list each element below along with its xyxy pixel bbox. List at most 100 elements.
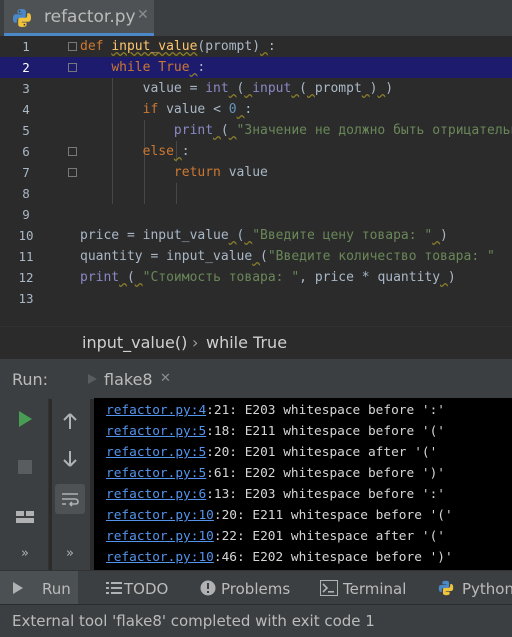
console-file-link[interactable]: refactor.py:10: [106, 508, 214, 523]
line-number: 5: [22, 123, 30, 138]
code-line[interactable]: 7 return value: [0, 162, 512, 183]
line-number: 3: [22, 81, 30, 96]
code-line[interactable]: 12 print ( "Стоимость товара: ", price * …: [0, 267, 512, 288]
code-line[interactable]: 13: [0, 288, 512, 309]
code-line[interactable]: 6 else :: [0, 141, 512, 162]
fold-marker-icon[interactable]: [68, 63, 77, 72]
code-token: (: [126, 270, 135, 285]
scroll-up-button[interactable]: [55, 406, 85, 436]
console-line: refactor.py:5:18: E211 whitespace before…: [106, 421, 445, 442]
code-line[interactable]: 3 value = int ( input ( prompt ) ): [0, 78, 512, 99]
tool-tab-label: Python: [462, 580, 512, 598]
more-tools-button[interactable]: »: [55, 538, 85, 568]
console-file-link[interactable]: refactor.py:5: [106, 445, 206, 460]
line-number: 12: [18, 270, 34, 285]
tool-tab-problems[interactable]: Problems: [196, 571, 296, 605]
tool-tab-todo[interactable]: TODO: [100, 571, 180, 605]
close-icon[interactable]: ✕: [137, 7, 149, 23]
code-token: value =: [80, 81, 206, 96]
code-token: (: [260, 249, 268, 264]
code-token: value: [228, 165, 268, 180]
tool-tab-python[interactable]: Python: [436, 571, 512, 605]
line-number: 11: [18, 249, 34, 264]
line-number: 2: [22, 60, 30, 75]
soft-wrap-button[interactable]: [55, 484, 85, 514]
code-token: quantity = input_value: [80, 249, 253, 264]
console-line: refactor.py:4:21: E203 whitespace before…: [106, 400, 445, 421]
code-text: price = input_value ( "Введите цену това…: [80, 225, 448, 246]
rerun-button[interactable]: [10, 404, 40, 434]
code-token: else: [142, 144, 174, 159]
fold-marker-icon[interactable]: [68, 147, 77, 156]
code-text: quantity = input_value ("Введите количес…: [80, 246, 495, 267]
more-tools-button[interactable]: »: [10, 538, 40, 568]
run-console[interactable]: refactor.py:4:21: E203 whitespace before…: [94, 398, 512, 570]
layout-button[interactable]: [10, 502, 40, 532]
close-icon[interactable]: ✕: [160, 371, 171, 386]
fold-marker-icon[interactable]: [68, 168, 77, 177]
breadcrumb-function[interactable]: input_value(): [82, 333, 187, 352]
run-tab-flake8[interactable]: flake8 ✕: [82, 359, 182, 399]
console-file-link[interactable]: refactor.py:5: [106, 466, 206, 481]
status-message: External tool 'flake8' completed with ex…: [12, 612, 375, 630]
console-line: refactor.py:10:46: E202 whitespace befor…: [106, 547, 453, 568]
code-line[interactable]: 11 quantity = input_value ("Введите колич…: [0, 246, 512, 267]
code-line[interactable]: 9: [0, 204, 512, 225]
code-line[interactable]: 4 if value < 0 :: [0, 99, 512, 120]
python-console-icon: [438, 580, 454, 596]
layout-icon: [16, 511, 34, 523]
console-message: :20: E201 whitespace after '(': [206, 445, 438, 460]
fold-marker-icon[interactable]: [68, 42, 77, 51]
tool-tab-label: TODO: [124, 580, 169, 598]
line-number: 10: [18, 228, 34, 243]
code-token: "Введите количество товара: ": [267, 249, 495, 264]
code-token: :: [244, 102, 253, 117]
editor-tab-refactor-py[interactable]: refactor.py ✕: [4, 0, 154, 36]
code-editor[interactable]: 1 def input_value(prompt) :2 while True :…: [0, 36, 512, 326]
code-text: print ( "Стоимость товара: ", price * qu…: [80, 267, 456, 288]
code-token: input_value: [111, 39, 198, 54]
code-line[interactable]: 8: [0, 183, 512, 204]
code-text: if value < 0 :: [80, 99, 253, 120]
code-token: ): [440, 228, 448, 243]
code-text: return value: [80, 162, 268, 183]
breadcrumb-block[interactable]: while True: [206, 333, 287, 352]
console-file-link[interactable]: refactor.py:6: [106, 487, 206, 502]
arrow-up-icon: [63, 413, 77, 429]
terminal-icon: [320, 580, 338, 596]
console-line: refactor.py:5:20: E201 whitespace after …: [106, 442, 437, 463]
code-text: value = int ( input ( prompt ) ): [80, 78, 394, 99]
code-line[interactable]: 2 while True :: [0, 57, 512, 78]
console-file-link[interactable]: refactor.py:5: [106, 424, 206, 439]
console-line: refactor.py:10:22: E201 whitespace after…: [106, 526, 445, 547]
code-line[interactable]: 10 price = input_value ( "Введите цену то…: [0, 225, 512, 246]
tool-tab-run[interactable]: Run: [0, 571, 78, 605]
console-message: :20: E211 whitespace before '(': [213, 508, 453, 523]
console-message: :21: E203 whitespace before ':': [206, 403, 446, 418]
run-panel-header: Run: flake8 ✕: [0, 358, 512, 399]
scroll-down-button[interactable]: [55, 444, 85, 474]
todo-list-icon: [106, 582, 122, 594]
line-number: 4: [22, 102, 30, 117]
console-message: :22: E201 whitespace after '(': [213, 529, 446, 544]
stop-button[interactable]: [10, 452, 40, 482]
console-file-link[interactable]: refactor.py:4: [106, 403, 206, 418]
code-token: int: [205, 81, 229, 96]
console-file-link[interactable]: refactor.py:10: [106, 550, 214, 565]
tool-tab-terminal[interactable]: Terminal: [316, 571, 420, 605]
console-file-link[interactable]: refactor.py:10: [106, 529, 214, 544]
code-line[interactable]: 5 print ( "Значение не должно быть отриц…: [0, 120, 512, 141]
code-token: while: [111, 60, 159, 75]
code-line[interactable]: 1 def input_value(prompt) :: [0, 36, 512, 57]
